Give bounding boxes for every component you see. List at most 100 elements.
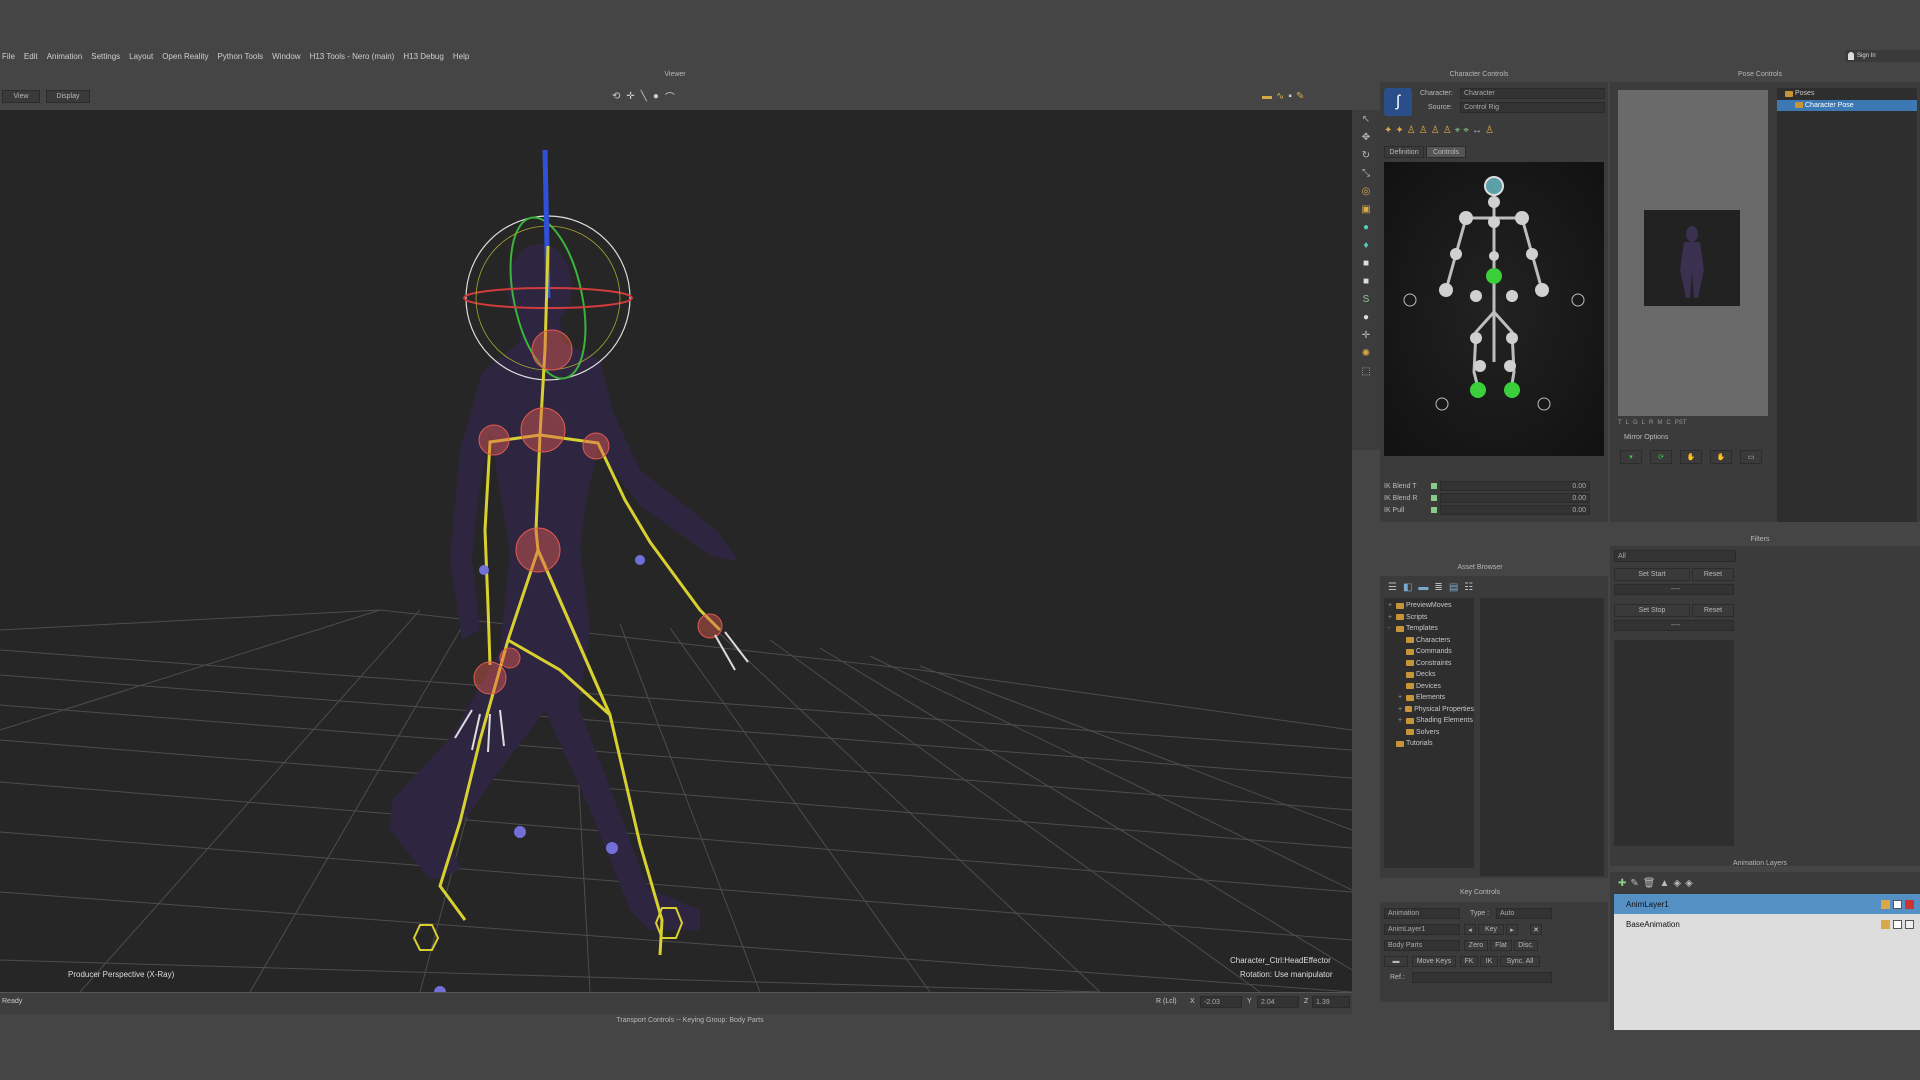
solo-icon[interactable]	[1881, 899, 1890, 909]
add-layer-icon[interactable]: ✚	[1618, 876, 1626, 890]
icon-view-icon[interactable]: ☷	[1464, 580, 1473, 594]
menu-h13-tools[interactable]: H13 Tools - Nero (main)	[310, 52, 395, 61]
tree-view-icon[interactable]: ☰	[1388, 580, 1397, 594]
set-start-button[interactable]: Set Start	[1614, 568, 1690, 581]
menu-window[interactable]: Window	[272, 52, 300, 61]
3d-viewport[interactable]: Producer Perspective (X-Ray) Character_C…	[0, 110, 1352, 992]
character-pose-tree-item[interactable]: Character Pose	[1777, 99, 1917, 111]
character-mannequin-panel[interactable]	[1384, 162, 1604, 456]
curve-icon[interactable]: ∿	[1276, 91, 1284, 102]
ruler-icon[interactable]: ▬	[1262, 91, 1272, 102]
pose-opt-t[interactable]: T	[1618, 420, 1622, 430]
disc-button[interactable]: Disc.	[1514, 940, 1538, 951]
tree-expander-icon[interactable]: +	[1398, 694, 1404, 701]
rig-icon[interactable]: ♦	[1363, 240, 1368, 251]
delete-key-button[interactable]: ✕	[1530, 924, 1542, 935]
layer-edit-icon[interactable]: ✎	[1630, 876, 1638, 890]
z-field[interactable]: 1.39	[1312, 996, 1350, 1008]
cube-icon[interactable]: ■	[1363, 258, 1369, 269]
create-pose-button[interactable]: ✋	[1710, 450, 1732, 464]
camera-icon[interactable]: ▪	[1288, 91, 1292, 102]
menu-help[interactable]: Help	[453, 52, 469, 61]
prev-key-button[interactable]: ◂	[1464, 924, 1476, 935]
lock-layer-icon[interactable]: ▲	[1659, 876, 1669, 890]
ik-pull-slider[interactable]: 0.00	[1440, 505, 1590, 515]
asset-tree-item[interactable]: + Scripts	[1384, 612, 1474, 624]
next-key-button[interactable]: ▸	[1506, 924, 1518, 935]
poses-tree-item[interactable]: Poses	[1777, 88, 1917, 100]
sync-all-button[interactable]: Sync. All	[1500, 956, 1540, 967]
asset-tree-item[interactable]: + Shading Elements	[1384, 715, 1474, 727]
view-menu-button[interactable]: View	[2, 90, 40, 103]
keying-all-icon[interactable]: ✦	[1384, 125, 1392, 136]
pose-opt-g[interactable]: G	[1633, 420, 1638, 430]
bone-manip-icon[interactable]: ╲	[641, 91, 647, 102]
menu-layout[interactable]: Layout	[129, 52, 153, 61]
anim-layer-row[interactable]: BaseAnimation	[1614, 914, 1920, 934]
figure5-icon[interactable]: ♙	[1485, 125, 1494, 136]
delete-pose-button[interactable]: ▭	[1740, 450, 1762, 464]
rotate-manip-icon[interactable]: ⟲	[612, 91, 620, 102]
filter-list[interactable]	[1614, 640, 1734, 846]
character-logo-icon[interactable]: ʃ	[1384, 88, 1412, 116]
pose-opt-c[interactable]: C	[1666, 420, 1670, 430]
asset-tree-item[interactable]: + Elements	[1384, 692, 1474, 704]
head-icon[interactable]: ●	[1363, 222, 1369, 233]
asset-tree-item[interactable]: + PreviewMoves	[1384, 600, 1474, 612]
translate-manip-icon[interactable]: ✛	[626, 91, 634, 102]
fk-button[interactable]: FK	[1460, 956, 1478, 967]
key-toggle-icon[interactable]	[1431, 507, 1437, 513]
tree-expander-icon[interactable]: +	[1388, 602, 1394, 609]
pose-thumbnail[interactable]	[1644, 210, 1740, 306]
asset-contents[interactable]	[1480, 598, 1604, 876]
asset-tree-item[interactable]: Decks	[1384, 669, 1474, 681]
asset-tree-item[interactable]: + Physical Properties	[1384, 704, 1474, 716]
list-view-icon[interactable]: ≣	[1434, 580, 1442, 594]
pose-opt-r[interactable]: R	[1649, 420, 1653, 430]
pencil-icon[interactable]: ✎	[1296, 91, 1304, 102]
arc-manip-icon[interactable]: ⌒	[665, 89, 675, 104]
flat-button[interactable]: Flat	[1490, 940, 1512, 951]
split-view-icon[interactable]: ◧	[1403, 580, 1412, 594]
menu-open-reality[interactable]: Open Reality	[162, 52, 208, 61]
asset-tree-item[interactable]: Constraints	[1384, 658, 1474, 670]
mute-icon[interactable]	[1893, 919, 1902, 929]
key-toggle-icon[interactable]	[1431, 495, 1437, 501]
menu-settings[interactable]: Settings	[91, 52, 120, 61]
cube2-icon[interactable]: ■	[1363, 276, 1369, 287]
key-toggle-button[interactable]: ▬	[1384, 956, 1408, 967]
filter-dropdown[interactable]: All	[1614, 550, 1736, 562]
keying-group-dropdown[interactable]: Body Parts	[1384, 940, 1460, 951]
menu-animation[interactable]: Animation	[47, 52, 83, 61]
light-icon[interactable]: ✺	[1362, 348, 1370, 359]
menu-file[interactable]: File	[2, 52, 15, 61]
select-icon[interactable]: ↖	[1362, 114, 1370, 125]
detail-view-icon[interactable]: ▤	[1449, 580, 1458, 594]
solo-icon[interactable]	[1881, 919, 1890, 929]
asset-tree-item[interactable]: - Templates	[1384, 623, 1474, 635]
lock-icon[interactable]	[1905, 899, 1914, 909]
copy-layer-icon[interactable]: ◈	[1685, 876, 1693, 890]
panel-view-icon[interactable]: ▬	[1418, 580, 1428, 594]
key-mode-dropdown[interactable]: Animation	[1384, 908, 1460, 919]
source-dropdown[interactable]: Control Rig	[1460, 102, 1605, 113]
figure2-icon[interactable]: ♙	[1419, 125, 1428, 136]
asset-tree-item[interactable]: Characters	[1384, 635, 1474, 647]
pose-opt-l[interactable]: L	[1626, 420, 1629, 430]
asset-tree-item[interactable]: Commands	[1384, 646, 1474, 658]
move-keys-button[interactable]: Move Keys	[1412, 956, 1456, 967]
rotate-icon[interactable]: ↻	[1362, 150, 1370, 161]
pose-opt-l2[interactable]: L	[1642, 420, 1645, 430]
anim-layer-row[interactable]: AnimLayer1	[1614, 894, 1920, 914]
reset-stop-button[interactable]: Reset	[1692, 604, 1734, 617]
asset-tree-item[interactable]: Tutorials	[1384, 738, 1474, 750]
arrows-icon[interactable]: ↔	[1472, 125, 1482, 136]
pin2-icon[interactable]: ⌖	[1463, 125, 1469, 136]
asset-tree-item[interactable]: Devices	[1384, 681, 1474, 693]
ik-blend-r-slider[interactable]: 0.00	[1440, 493, 1590, 503]
merge-layer-icon[interactable]: ◈	[1673, 876, 1681, 890]
zero-button[interactable]: Zero	[1464, 940, 1488, 951]
stop-value-field[interactable]: ----	[1614, 620, 1734, 631]
paste-pose-button[interactable]: ▾	[1620, 450, 1642, 464]
lock-icon[interactable]	[1905, 919, 1914, 929]
